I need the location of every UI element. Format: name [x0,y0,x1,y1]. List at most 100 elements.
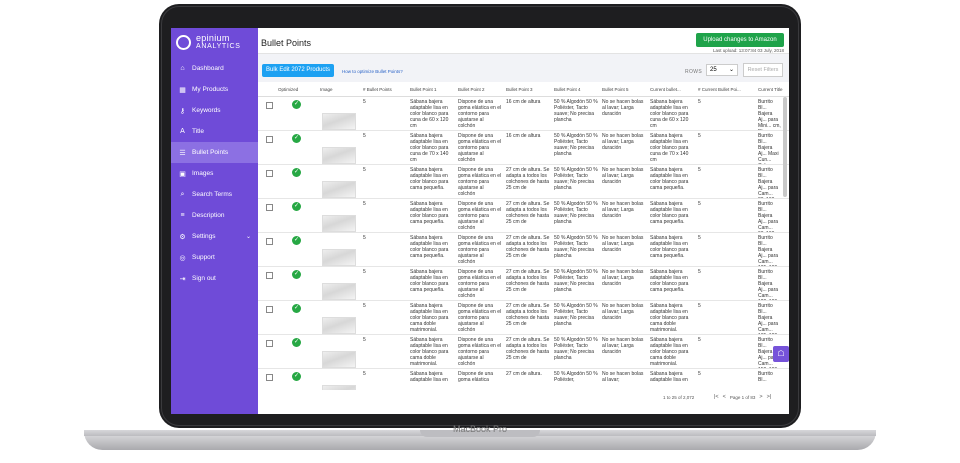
bulk-edit-button[interactable]: Bulk Edit 2072 Products [262,64,335,77]
sidebar-item-sign-out[interactable]: ⇥ Sign out [171,268,258,289]
column-header[interactable]: # Bullet Points [363,87,392,92]
sidebar-item-title[interactable]: A Title [171,121,258,142]
current-bullet-cell[interactable]: Sábana bajera adaptable lisa en color bl… [650,303,694,334]
bullet-point-cell[interactable]: Sábana bajera adaptable lisa en color bl… [410,303,454,334]
table-row[interactable]: ✓ 5 Sábana bajera adaptable lisa en color … [258,335,789,369]
column-header[interactable]: Current Title [758,87,783,92]
bullet-point-cell[interactable]: Dispone de una goma elástica en el conto… [458,167,502,198]
bullet-point-cell[interactable]: 50 % Algodón 50 % Poliéster, Tacto suave… [554,303,598,334]
row-checkbox[interactable] [266,340,273,347]
column-header[interactable]: Bullet Point 5 [602,87,629,92]
column-header[interactable]: Bullet Point 3 [506,87,533,92]
bullet-point-cell[interactable]: 16 cm de altura [506,133,550,164]
logo[interactable]: epinium ANALYTICS [176,32,256,58]
current-title-cell[interactable]: Burrito Bl... Bajera Aj... para Cam... 1… [758,303,782,334]
chat-icon[interactable]: ☖ [773,346,789,362]
last-page-icon[interactable]: >| [767,394,772,400]
table-row[interactable]: ✓ 5 Sábana bajera adaptable lisa en color … [258,199,789,233]
row-checkbox[interactable] [266,102,273,109]
bullet-point-cell[interactable]: 50 % Algodón 50 % Poliéster, Tacto suave… [554,337,598,368]
table-row[interactable]: ✓ 5 Sábana bajera adaptable lisa en color … [258,165,789,199]
product-thumbnail[interactable] [322,283,356,300]
sidebar-item-settings[interactable]: ⚙ Settings ⌄ [171,226,258,247]
bullet-point-cell[interactable]: 50 % Algodón 50 % Poliéster, Tacto suave… [554,133,598,164]
sidebar-item-description[interactable]: ≡ Description [171,205,258,226]
bullet-point-cell[interactable]: Dispone de una goma elástica en el conto… [458,337,502,368]
bullet-point-cell[interactable]: Sábana bajera adaptable lisa en color bl… [410,99,454,130]
product-thumbnail[interactable] [322,113,356,130]
sidebar-item-bullet-points[interactable]: ☰ Bullet Points [171,142,258,163]
current-bullet-cell[interactable]: Sábana bajera adaptable lisa en color bl… [650,133,694,164]
column-header[interactable]: # Current Bullet Poi... [698,87,741,92]
vertical-scrollbar[interactable] [783,97,787,197]
current-bullet-cell[interactable]: Sábana bajera adaptable lisa en color bl… [650,337,694,368]
current-title-cell[interactable]: Burrito Bl... Bajera Aj... para Cam... 8… [758,167,782,198]
bullet-point-cell[interactable]: Dispone de una goma elástica en el conto… [458,303,502,334]
row-checkbox[interactable] [266,374,273,381]
prev-page-icon[interactable]: < [723,394,726,400]
bullet-point-cell[interactable]: Dispone de una goma elástica en el conto… [458,133,502,164]
bullet-point-cell[interactable]: No se hacen bolas al lavar; Larga duraci… [602,337,646,368]
bullet-point-cell[interactable]: 50 % Algodón 50 % Poliéster, Tacto suave… [554,201,598,232]
bullet-point-cell[interactable]: 27 cm de altura. Se adapta a todos los c… [506,201,550,232]
table-row[interactable]: ✓ 5 Sábana bajera adaptable lisa en color … [258,97,789,131]
column-header[interactable]: Bullet Point 4 [554,87,581,92]
bullet-point-cell[interactable]: No se hacen bolas al lavar; Larga duraci… [602,201,646,232]
table-row[interactable]: ✓ 5 Sábana bajera adaptable lisa en color … [258,301,789,335]
row-checkbox[interactable] [266,136,273,143]
sidebar-item-search-terms[interactable]: ⌕ Search Terms [171,184,258,205]
current-bullet-cell[interactable]: Sábana bajera adaptable lisa en color bl… [650,269,694,300]
bullet-point-cell[interactable]: Dispone de una goma elástica en el conto… [458,99,502,130]
bullet-point-cell[interactable]: No se hacen bolas al lavar; Larga duraci… [602,235,646,266]
bullet-point-cell[interactable]: 27 cm de altura. Se adapta a todos los c… [506,167,550,198]
bullet-point-cell[interactable]: Sábana bajera adaptable lisa en color bl… [410,337,454,368]
product-thumbnail[interactable] [322,249,356,266]
row-checkbox[interactable] [266,170,273,177]
current-bullet-cell[interactable]: Sábana bajera adaptable lisa en color bl… [650,235,694,266]
current-bullet-cell[interactable]: Sábana bajera adaptable lisa en color bl… [650,167,694,198]
current-bullet-cell[interactable]: Sábana bajera adaptable lisa en color bl… [650,201,694,232]
product-thumbnail[interactable] [322,215,356,232]
bullet-point-cell[interactable]: 27 cm de altura. Se adapta a todos los c… [506,269,550,300]
reset-filters-button[interactable]: Reset Filters [743,63,783,77]
row-checkbox[interactable] [266,204,273,211]
product-thumbnail[interactable] [322,317,356,334]
bullet-point-cell[interactable]: 27 cm de altura. Se adapta a todos los c… [506,337,550,368]
howto-link[interactable]: How to optimize Bullet Points? [342,69,403,74]
current-title-cell[interactable]: Burrito Bl... Bajera Aj... para Cam... 1… [758,235,782,266]
product-thumbnail[interactable] [322,351,356,368]
bullet-point-cell[interactable]: Sábana bajera adaptable lisa en color bl… [410,235,454,266]
table-row[interactable]: ✓ 5 Sábana bajera adaptable lisa en color … [258,233,789,267]
next-page-icon[interactable]: > [759,394,762,400]
row-checkbox[interactable] [266,238,273,245]
bullet-point-cell[interactable]: 50 % Algodón 50 % Poliéster, Tacto suave… [554,235,598,266]
product-thumbnail[interactable] [322,147,356,164]
bullet-point-cell[interactable]: Sábana bajera adaptable lisa en color bl… [410,167,454,198]
sidebar-item-dashboard[interactable]: ⌂ Dashboard [171,58,258,79]
table-row[interactable]: ✓ 5 Sábana bajera adaptable lisa en color … [258,267,789,301]
sidebar-item-images[interactable]: ▣ Images [171,163,258,184]
first-page-icon[interactable]: |< [714,394,719,400]
row-checkbox[interactable] [266,272,273,279]
table-row[interactable]: ✓ 5 Sábana bajera adaptable lisa en color … [258,131,789,165]
product-thumbnail[interactable] [322,181,356,198]
sidebar-item-support[interactable]: ◎ Support [171,247,258,268]
bullet-point-cell[interactable]: No se hacen bolas al lavar; Larga duraci… [602,99,646,130]
current-title-cell[interactable]: Burrito Bl... Bajera Aj... para Cam... 9… [758,201,782,232]
bullet-point-cell[interactable]: No se hacen bolas al lavar; Larga duraci… [602,269,646,300]
bullet-point-cell[interactable]: Sábana bajera adaptable lisa en color bl… [410,201,454,232]
bullet-point-cell[interactable]: Dispone de una goma elástica en el conto… [458,201,502,232]
column-header[interactable]: Bullet Point 1 [410,87,437,92]
row-checkbox[interactable] [266,306,273,313]
sidebar-item-my-products[interactable]: ▦ My Products [171,79,258,100]
bullet-point-cell[interactable]: 50 % Algodón 50 % Poliéster, Tacto suave… [554,99,598,130]
bullet-point-cell[interactable]: No se hacen bolas al lavar; Larga duraci… [602,167,646,198]
bullet-point-cell[interactable]: 27 cm de altura. Se adapta a todos los c… [506,235,550,266]
bullet-point-cell[interactable]: 16 cm de altura [506,99,550,130]
column-header[interactable]: Current bullet... [650,87,681,92]
column-header[interactable]: Optimized [278,87,298,92]
current-title-cell[interactable]: Burrito Bl... Bajera Aj... para Cam... 1… [758,269,782,300]
bullet-point-cell[interactable]: 50 % Algodón 50 % Poliéster, Tacto suave… [554,167,598,198]
bullet-point-cell[interactable]: Sábana bajera adaptable lisa en color bl… [410,269,454,300]
bullet-point-cell[interactable]: No se hacen bolas al lavar; Larga duraci… [602,133,646,164]
